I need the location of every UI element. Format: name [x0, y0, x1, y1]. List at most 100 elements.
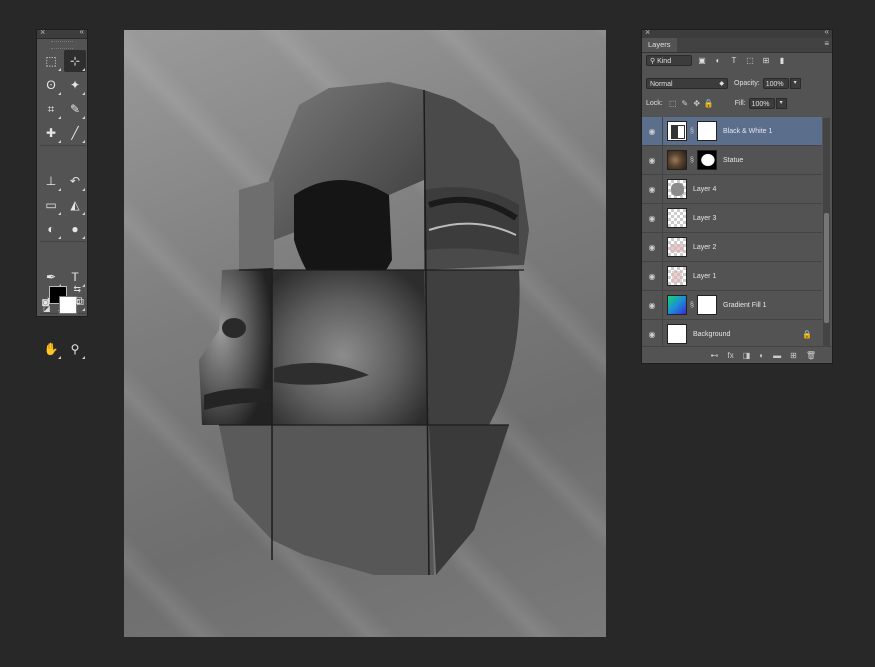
- layer-style-icon[interactable]: fx: [728, 351, 734, 360]
- visibility-toggle[interactable]: ◉: [642, 145, 663, 175]
- close-icon[interactable]: ×: [645, 27, 650, 37]
- visibility-toggle[interactable]: ◉: [642, 290, 663, 320]
- lock-all-icon[interactable]: 🔒: [703, 99, 715, 108]
- screen-mode-icon[interactable]: ⧉: [75, 294, 84, 309]
- eyedropper-tool-icon[interactable]: ✎: [64, 98, 86, 120]
- statue-thumbnail[interactable]: [667, 150, 687, 170]
- layer-row-layer-2[interactable]: ◉ Layer 2: [642, 232, 822, 262]
- chain-icon[interactable]: §: [688, 128, 696, 135]
- magic-wand-tool-icon[interactable]: ✦: [64, 74, 86, 96]
- chain-icon[interactable]: §: [688, 302, 696, 309]
- layer-mask-thumbnail[interactable]: [697, 121, 717, 141]
- adjustment-thumbnail[interactable]: [667, 121, 687, 141]
- layer-name[interactable]: Layer 2: [693, 244, 716, 251]
- background-thumbnail[interactable]: [667, 324, 687, 344]
- delete-layer-icon[interactable]: 🗑: [806, 351, 816, 360]
- layer-row-black-white-1[interactable]: ◉ § Black & White 1: [642, 117, 822, 146]
- collapse-icon[interactable]: «: [825, 27, 829, 36]
- tools-panel-header[interactable]: × «: [37, 27, 87, 39]
- lock-position-icon[interactable]: ✥: [691, 99, 703, 108]
- eye-icon: ◉: [648, 242, 656, 252]
- layer-name[interactable]: Statue: [723, 157, 743, 164]
- dodge-tool-icon[interactable]: ●: [64, 218, 86, 240]
- visibility-toggle[interactable]: ◉: [642, 261, 663, 291]
- layer-name[interactable]: Background: [693, 331, 730, 338]
- tab-layers[interactable]: Layers: [642, 38, 677, 52]
- visibility-toggle[interactable]: ◉: [642, 203, 663, 233]
- layer-mask-thumbnail[interactable]: [697, 150, 717, 170]
- lock-label: Lock:: [646, 100, 663, 107]
- filter-shape-icon[interactable]: ⬚: [744, 55, 756, 66]
- lasso-tool-icon[interactable]: ʘ: [40, 74, 62, 96]
- layer-mask-thumbnail[interactable]: [697, 295, 717, 315]
- lock-pixels-icon[interactable]: ✎: [679, 99, 691, 108]
- new-adjustment-icon[interactable]: ◐: [759, 351, 764, 360]
- hand-tool-icon[interactable]: ✋: [40, 338, 62, 360]
- filter-type-icon[interactable]: T: [728, 55, 740, 66]
- layer-row-layer-3[interactable]: ◉ Layer 3: [642, 203, 822, 233]
- layer-name[interactable]: Layer 4: [693, 186, 716, 193]
- move-tool-icon[interactable]: ⊹: [64, 50, 86, 72]
- layers-scrollbar[interactable]: [823, 118, 830, 348]
- new-layer-icon[interactable]: ⊞: [790, 351, 797, 360]
- visibility-toggle[interactable]: ◉: [642, 117, 663, 146]
- pen-tool-icon[interactable]: ✒: [40, 266, 62, 288]
- add-mask-icon[interactable]: ◨: [743, 351, 751, 360]
- fill-input[interactable]: 100%: [748, 98, 775, 109]
- layer-thumbnail[interactable]: [667, 179, 687, 199]
- filter-pixel-icon[interactable]: ▣: [696, 55, 708, 66]
- scrollbar-thumb[interactable]: [824, 213, 829, 323]
- layer-row-layer-4[interactable]: ◉ Layer 4: [642, 174, 822, 204]
- filter-toggle-icon[interactable]: ▮: [776, 55, 788, 66]
- brush-tool-icon[interactable]: ╱: [64, 122, 86, 144]
- layer-row-background[interactable]: ◉ Background 🔒: [642, 319, 822, 349]
- healing-tool-icon[interactable]: ✚: [40, 122, 62, 144]
- opacity-input[interactable]: 100%: [762, 78, 789, 89]
- layers-panel-header[interactable]: × «: [642, 27, 832, 38]
- document-canvas[interactable]: [124, 30, 606, 637]
- layer-name[interactable]: Gradient Fill 1: [723, 302, 767, 309]
- close-icon[interactable]: ×: [40, 27, 45, 37]
- eye-icon: ◉: [648, 271, 656, 281]
- chevron-down-icon: ◆: [719, 81, 724, 87]
- tool-flyout-indicator: [82, 188, 85, 191]
- fill-dropdown-icon[interactable]: ▾: [775, 98, 787, 109]
- layer-row-layer-1[interactable]: ◉ Layer 1: [642, 261, 822, 291]
- crop-tool-icon[interactable]: ⌗: [40, 98, 62, 120]
- layer-row-statue[interactable]: ◉ § Statue: [642, 145, 822, 175]
- eraser-tool-icon[interactable]: ▭: [40, 194, 62, 216]
- visibility-toggle[interactable]: ◉: [642, 174, 663, 204]
- opacity-label: Opacity:: [734, 80, 760, 87]
- opacity-dropdown-icon[interactable]: ▾: [789, 78, 801, 89]
- filter-smart-icon[interactable]: ⊞: [760, 55, 772, 66]
- blend-mode-select[interactable]: Normal ◆: [646, 78, 728, 89]
- gradient-thumbnail[interactable]: [667, 295, 687, 315]
- layer-thumbnail[interactable]: [667, 208, 687, 228]
- layer-name[interactable]: Layer 1: [693, 273, 716, 280]
- panel-grip[interactable]: [51, 41, 73, 49]
- eye-icon: ◉: [648, 213, 656, 223]
- filter-adjustment-icon[interactable]: ◐: [712, 55, 724, 66]
- marquee-tool-icon[interactable]: ⬚: [40, 50, 62, 72]
- new-group-icon[interactable]: ▬: [773, 351, 781, 360]
- history-brush-tool-icon[interactable]: ↶: [64, 170, 86, 192]
- quick-mask-icon[interactable]: ◙: [42, 294, 49, 309]
- chain-icon[interactable]: §: [688, 157, 696, 164]
- face-fragment: [424, 270, 520, 425]
- layer-name[interactable]: Layer 3: [693, 215, 716, 222]
- stamp-tool-icon[interactable]: ⊥: [40, 170, 62, 192]
- layer-thumbnail[interactable]: [667, 266, 687, 286]
- blur-tool-icon[interactable]: ◐: [40, 218, 62, 240]
- layer-name[interactable]: Black & White 1: [723, 128, 772, 135]
- visibility-toggle[interactable]: ◉: [642, 232, 663, 262]
- link-layers-icon[interactable]: ⊷: [711, 351, 719, 360]
- zoom-tool-icon[interactable]: ⚲: [64, 338, 86, 360]
- paint-bucket-tool-icon[interactable]: ◭: [64, 194, 86, 216]
- visibility-toggle[interactable]: ◉: [642, 319, 663, 349]
- lock-transparent-icon[interactable]: ⬚: [667, 99, 679, 108]
- layer-row-gradient-fill-1[interactable]: ◉ § Gradient Fill 1: [642, 290, 822, 320]
- collapse-icon[interactable]: «: [80, 27, 84, 36]
- filter-kind-select[interactable]: ⚲ Kind: [646, 55, 692, 66]
- layer-thumbnail[interactable]: [667, 237, 687, 257]
- panel-menu-icon[interactable]: ≡: [824, 39, 829, 48]
